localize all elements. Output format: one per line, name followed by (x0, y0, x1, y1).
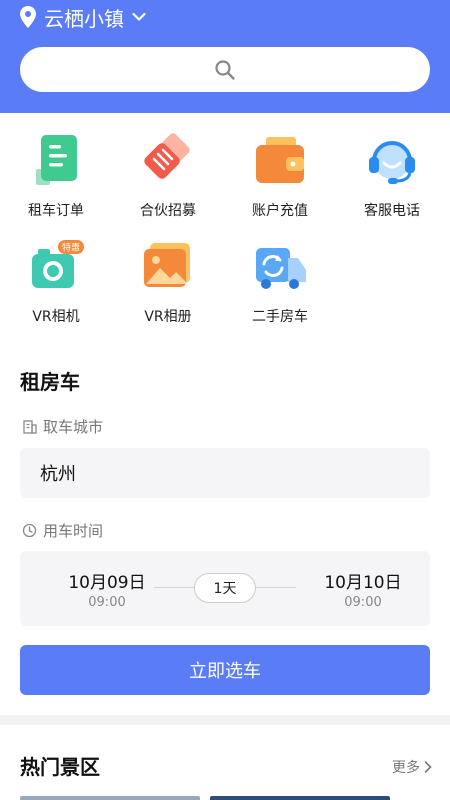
start-date: 10月09日 (68, 573, 146, 593)
building-icon (23, 420, 37, 434)
service-label: 二手房车 (252, 309, 308, 325)
rental-time-label-text: 用车时间 (43, 522, 104, 540)
headset-icon (369, 141, 415, 184)
end-time: 09:00 (344, 595, 382, 610)
service-label: VR相册 (144, 309, 192, 325)
attraction-card-thumbnail[interactable] (210, 796, 390, 800)
service-item-account-recharge[interactable]: 账户充值 (224, 133, 336, 223)
photo-album-icon (144, 243, 190, 287)
section-title-hot: 热门景区 (20, 755, 100, 779)
clock-icon (22, 523, 37, 538)
service-item-rental-orders[interactable]: 租车订单 (0, 133, 112, 223)
timeline-divider (256, 587, 296, 588)
rental-time-label: 用车时间 (22, 520, 103, 541)
camera-icon: 特惠 (32, 240, 84, 288)
service-label: 账户充值 (252, 203, 308, 219)
service-item-used-rv[interactable]: 二手房车 (224, 240, 336, 330)
timeline-divider (154, 587, 194, 588)
start-date-picker[interactable]: 10月09日 09:00 (52, 568, 162, 610)
search-icon (215, 59, 235, 80)
used-rv-icon (256, 248, 306, 289)
more-label: 更多 (392, 760, 420, 776)
section-divider (0, 715, 450, 725)
location-pin-icon (20, 6, 36, 28)
end-date: 10月10日 (324, 573, 402, 593)
service-item-vr-camera[interactable]: 特惠 VR相机 (0, 240, 112, 330)
promo-badge: 特惠 (62, 242, 80, 254)
start-time: 09:00 (88, 595, 126, 610)
search-input[interactable] (20, 47, 430, 92)
rental-time-field: 10月09日 09:00 1天 10月10日 09:00 (20, 551, 430, 626)
service-item-vr-album[interactable]: VR相册 (112, 240, 224, 330)
wallet-icon (256, 137, 304, 183)
chevron-right-icon (424, 761, 432, 773)
service-label: 客服电话 (364, 203, 420, 219)
service-label: VR相机 (32, 309, 80, 325)
pickup-city-value: 杭州 (40, 464, 76, 485)
service-item-partner-recruit[interactable]: 合伙招募 (112, 133, 224, 223)
duration-badge: 1天 (194, 573, 256, 603)
service-label: 租车订单 (28, 203, 84, 219)
partner-recruit-icon (144, 133, 190, 179)
end-date-picker[interactable]: 10月10日 09:00 (308, 568, 418, 610)
order-document-icon (36, 135, 77, 185)
attraction-card-thumbnail[interactable] (20, 796, 200, 800)
service-label: 合伙招募 (140, 203, 196, 219)
section-title-rent: 租房车 (20, 370, 80, 394)
select-car-button[interactable]: 立即选车 (20, 645, 430, 695)
location-selector[interactable]: 云栖小镇 (20, 4, 146, 31)
more-link[interactable]: 更多 (392, 757, 432, 777)
location-name: 云栖小镇 (44, 6, 124, 31)
chevron-down-icon (132, 12, 146, 21)
pickup-city-label-text: 取车城市 (43, 418, 104, 436)
service-item-customer-service[interactable]: 客服电话 (336, 133, 448, 223)
header-bar: 云栖小镇 (0, 0, 450, 113)
pickup-city-label: 取车城市 (22, 416, 103, 437)
pickup-city-field[interactable]: 杭州 (20, 448, 430, 498)
